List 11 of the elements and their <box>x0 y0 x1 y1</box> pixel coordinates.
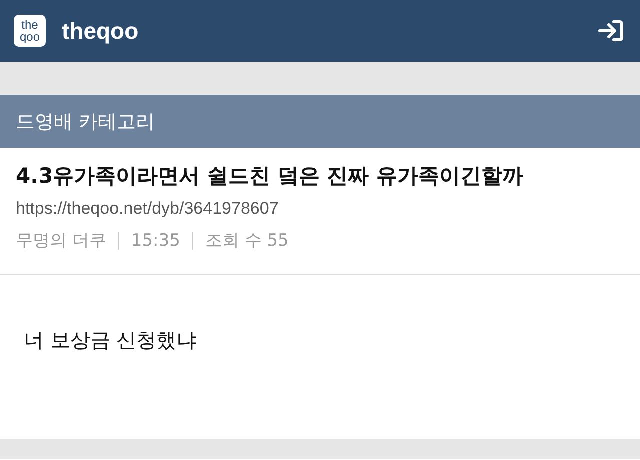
meta-text: 조회 수 55 <box>205 230 289 252</box>
login-icon[interactable] <box>598 19 624 43</box>
site-name[interactable]: theqoo <box>62 18 139 44</box>
post-url[interactable]: https://theqoo.net/dyb/3641978607 <box>16 199 624 219</box>
meta-text: 15:35 <box>131 230 180 250</box>
post-body: 너 보상금 신청했냐 <box>23 327 198 354</box>
category-bar[interactable]: 드영배 카테고리 <box>0 95 640 148</box>
meta-text: 무명의 더쿠 <box>16 230 106 252</box>
category-label: 드영배 카테고리 <box>16 110 156 134</box>
logo-icon[interactable]: the qoo <box>14 15 46 47</box>
post-title: 4.3유가족이라면서 쉴드친 덬은 진짜 유가족이긴할까 <box>16 163 524 190</box>
